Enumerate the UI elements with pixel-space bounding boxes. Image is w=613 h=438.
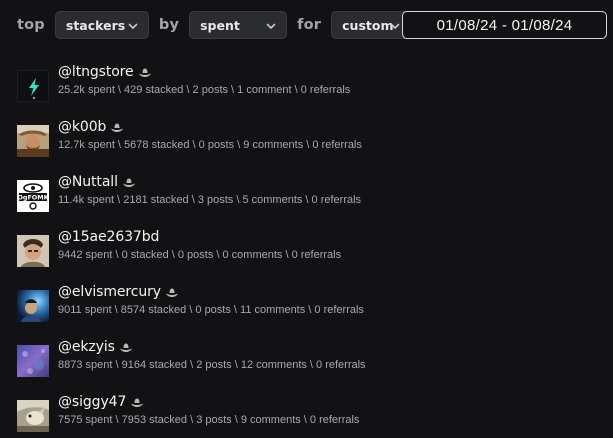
date-range-input[interactable]: 01/08/24 - 01/08/24 <box>402 11 607 39</box>
username-link[interactable]: @siggy47 <box>58 394 126 410</box>
chevron-down-icon <box>266 23 276 29</box>
user-stats: 12.7k spent \ 5678 stacked \ 0 posts \ 9… <box>58 139 362 151</box>
cowboy-hat-icon <box>111 123 124 132</box>
list-item: @ekzyis 8873 spent \ 9164 stacked \ 2 po… <box>17 339 597 382</box>
avatar-image <box>17 235 49 267</box>
avatar-logo-text: OgFOMK <box>17 194 49 202</box>
username-link[interactable]: @k00b <box>58 119 106 135</box>
user-stats: 25.2k spent \ 429 stacked \ 2 posts \ 1 … <box>58 84 351 96</box>
user-stats: 7575 spent \ 7953 stacked \ 3 posts \ 9 … <box>58 414 360 426</box>
avatar-image: OgFOMK <box>17 180 49 212</box>
user-stats: 9442 spent \ 0 stacked \ 0 posts \ 0 com… <box>58 249 342 261</box>
avatar-image <box>17 345 49 377</box>
avatar[interactable] <box>17 125 49 157</box>
name-line: @15ae2637bd <box>58 229 159 245</box>
name-line: @ekzyis <box>58 339 133 355</box>
avatar-image <box>17 290 49 322</box>
avatar[interactable]: OgFOMK <box>17 180 49 212</box>
list-item: OgFOMK @Nuttall 11.4k spent \ 2181 stack… <box>17 174 597 217</box>
type-select-value: stackers <box>65 17 126 33</box>
list-item: @ltngstore 25.2k spent \ 429 stacked \ 2… <box>17 64 597 107</box>
cowboy-hat-icon <box>122 178 136 187</box>
cowboy-hat-icon <box>119 343 133 352</box>
when-select[interactable]: custom <box>331 11 412 39</box>
cowboy-hat-icon <box>165 288 179 297</box>
name-line: @siggy47 <box>58 394 144 410</box>
name-line: @ltngstore <box>58 64 152 80</box>
list-item: @15ae2637bd 9442 spent \ 0 stacked \ 0 p… <box>17 229 597 272</box>
chevron-down-icon <box>390 23 400 29</box>
avatar[interactable] <box>17 345 49 377</box>
avatar[interactable] <box>17 290 49 322</box>
list-item: @elvismercury 9011 spent \ 8574 stacked … <box>17 284 597 327</box>
filter-label-by: by <box>158 17 180 33</box>
user-stats: 11.4k spent \ 2181 stacked \ 3 posts \ 5… <box>58 194 362 206</box>
avatar[interactable] <box>17 400 49 432</box>
username-link[interactable]: @ekzyis <box>58 339 115 355</box>
by-select-value: spent <box>200 17 240 33</box>
user-stats: 8873 spent \ 9164 stacked \ 2 posts \ 12… <box>58 359 366 371</box>
cowboy-hat-icon <box>138 68 151 77</box>
name-line: @k00b <box>58 119 124 135</box>
chevron-down-icon <box>128 23 138 29</box>
leaderboard-filter-bar: top stackers by spent for custom 01/08/2… <box>17 11 607 39</box>
filter-label-top: top <box>17 17 45 33</box>
name-line: @elvismercury <box>58 284 179 300</box>
filter-label-for: for <box>297 17 322 33</box>
avatar-image <box>17 400 49 432</box>
when-select-value: custom <box>342 17 394 33</box>
by-select[interactable]: spent <box>189 11 288 39</box>
cowboy-hat-icon <box>131 398 144 407</box>
username-link[interactable]: @Nuttall <box>58 174 118 190</box>
username-link[interactable]: @ltngstore <box>58 64 134 80</box>
list-item: @k00b 12.7k spent \ 5678 stacked \ 0 pos… <box>17 119 597 162</box>
name-line: @Nuttall <box>58 174 136 190</box>
username-link[interactable]: @15ae2637bd <box>58 229 159 245</box>
list-item: @siggy47 7575 spent \ 7953 stacked \ 3 p… <box>17 394 597 437</box>
lightning-logo-icon <box>18 71 48 101</box>
avatar[interactable] <box>17 235 49 267</box>
username-link[interactable]: @elvismercury <box>58 284 161 300</box>
avatar[interactable] <box>17 70 49 102</box>
user-stats: 9011 spent \ 8574 stacked \ 0 posts \ 11… <box>58 304 364 316</box>
type-select[interactable]: stackers <box>54 11 149 39</box>
avatar-image <box>17 125 49 157</box>
